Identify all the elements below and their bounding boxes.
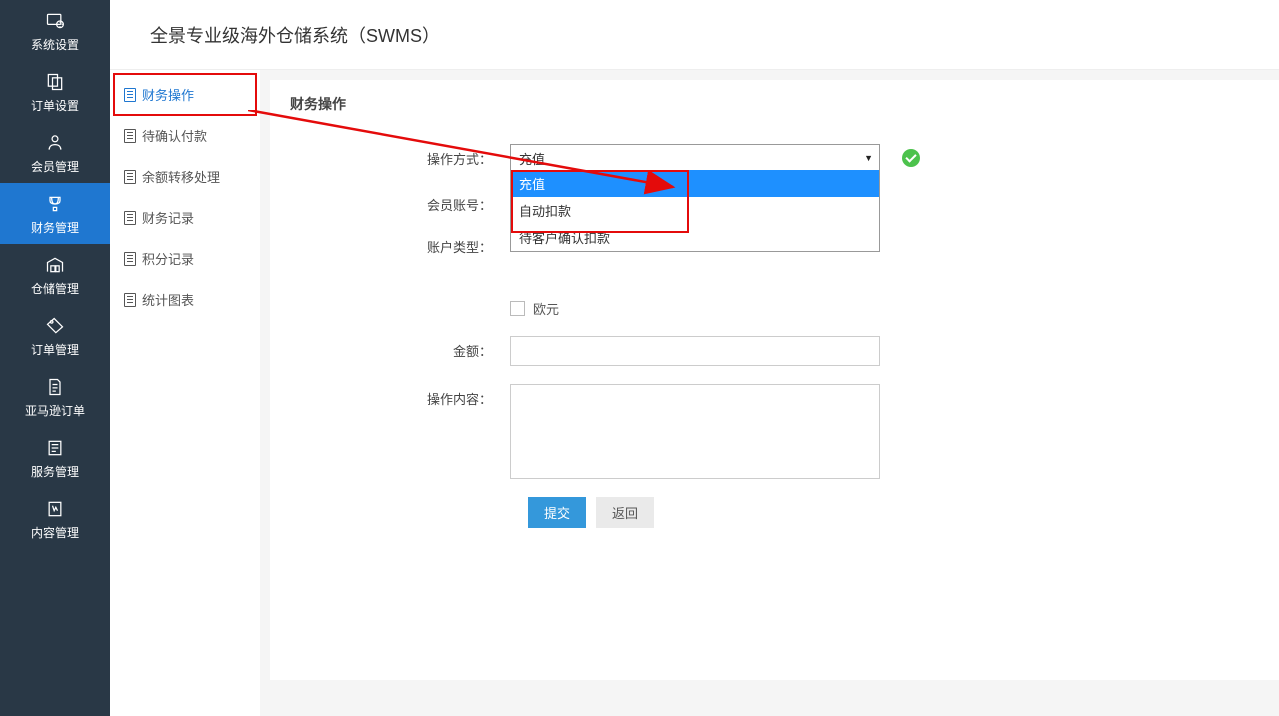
subnav-finance-log[interactable]: 财务记录 [114,197,256,238]
amount-input[interactable] [510,336,880,366]
sidebar-item-orders[interactable]: 订单管理 [0,305,110,366]
checkbox-icon [510,301,525,316]
finance-icon [43,193,67,215]
label-operation: 操作方式： [290,144,510,168]
subnav-label: 待确认付款 [142,126,207,145]
sidebar-label: 亚马逊订单 [25,402,85,419]
sidebar-label: 订单设置 [31,97,79,114]
warehouse-icon [43,254,67,276]
sidebar-label: 服务管理 [31,463,79,480]
subnav-label: 积分记录 [142,249,194,268]
document-icon [43,376,67,398]
sidebar-label: 订单管理 [31,341,79,358]
subnav-stats-chart[interactable]: 统计图表 [114,279,256,320]
label-amount: 金额： [290,336,510,360]
sidebar-item-member[interactable]: 会员管理 [0,122,110,183]
sidebar-label: 会员管理 [31,158,79,175]
settings-icon [43,10,67,32]
subnav-pending-payment[interactable]: 待确认付款 [114,115,256,156]
panel-title: 财务操作 [290,94,1259,114]
label-content: 操作内容： [290,384,510,408]
subnav-label: 余额转移处理 [142,167,220,186]
label-account-type: 账户类型： [290,232,510,256]
sub-sidebar: 财务操作 待确认付款 余额转移处理 财务记录 积分记录 [110,70,260,716]
doc-icon [124,170,136,184]
service-icon [43,437,67,459]
sidebar-label: 仓储管理 [31,280,79,297]
doc-icon [124,252,136,266]
ok-badge-icon [902,149,920,167]
back-button[interactable]: 返回 [596,497,654,528]
label-account: 会员账号： [290,190,510,214]
operation-select-value: 充值 [519,149,545,168]
sidebar-item-order-config[interactable]: 订单设置 [0,61,110,122]
sidebar-item-content[interactable]: 内容管理 [0,488,110,549]
member-icon [43,132,67,154]
app-title: 全景专业级海外仓储系统（SWMS） [150,22,440,48]
doc-icon [124,88,136,102]
doc-icon [124,129,136,143]
content-icon [43,498,67,520]
subnav-label: 财务记录 [142,208,194,227]
subnav-finance-operation[interactable]: 财务操作 [114,74,256,115]
sidebar-item-system-settings[interactable]: 系统设置 [0,0,110,61]
operation-dropdown: 充值 自动扣款 待客户确认扣款 [510,170,880,252]
main-panel: 财务操作 操作方式： 充值 充值 自动扣款 待客户确认扣款 [270,80,1279,680]
subnav-label: 统计图表 [142,290,194,309]
sidebar-item-finance[interactable]: 财务管理 [0,183,110,244]
main-sidebar: 系统设置 订单设置 会员管理 财务管理 仓储管理 [0,0,110,716]
content-textarea[interactable] [510,384,880,479]
order-config-icon [43,71,67,93]
doc-icon [124,211,136,225]
sidebar-item-service[interactable]: 服务管理 [0,427,110,488]
subnav-balance-transfer[interactable]: 余额转移处理 [114,156,256,197]
dropdown-option-recharge[interactable]: 充值 [511,170,879,197]
operation-select[interactable]: 充值 [510,144,880,172]
sidebar-label: 系统设置 [31,36,79,53]
sidebar-label: 内容管理 [31,524,79,541]
tag-icon [43,315,67,337]
app-header: 全景专业级海外仓储系统（SWMS） [110,0,1279,70]
currency-eur[interactable]: 欧元 [510,299,559,318]
doc-icon [124,293,136,307]
dropdown-option-confirm-deduct[interactable]: 待客户确认扣款 [511,224,879,251]
sidebar-item-warehouse[interactable]: 仓储管理 [0,244,110,305]
submit-button[interactable]: 提交 [528,497,586,528]
subnav-label: 财务操作 [142,85,194,104]
sidebar-label: 财务管理 [31,219,79,236]
dropdown-option-auto-deduct[interactable]: 自动扣款 [511,197,879,224]
sidebar-item-amazon[interactable]: 亚马逊订单 [0,366,110,427]
subnav-points-log[interactable]: 积分记录 [114,238,256,279]
